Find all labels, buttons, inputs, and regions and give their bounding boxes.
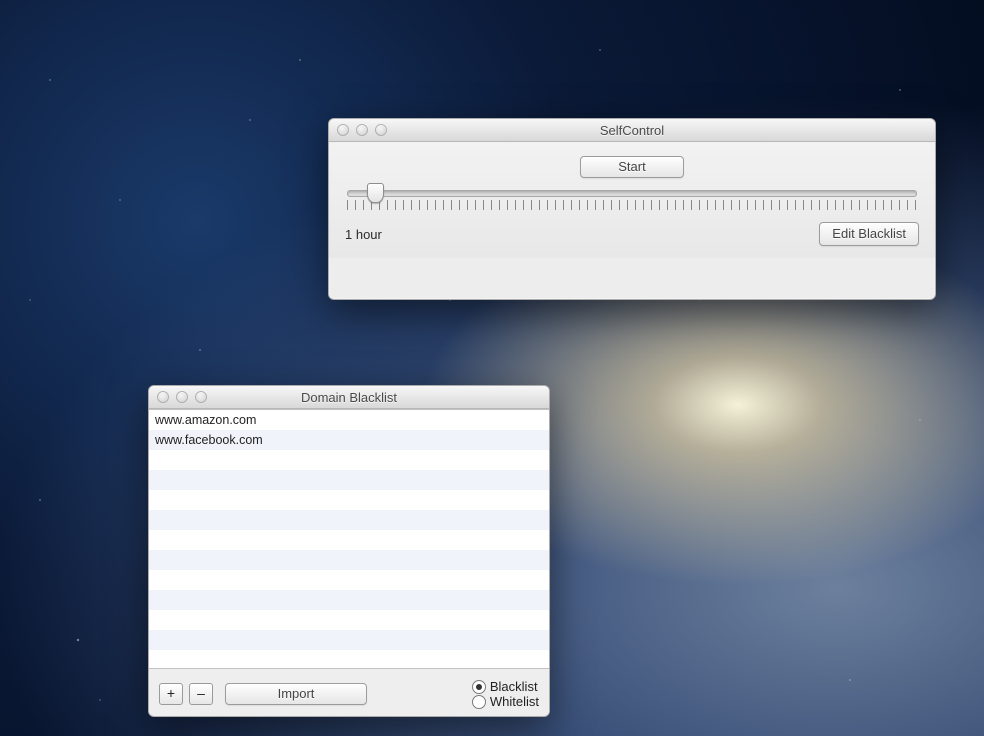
mode-blacklist-label: Blacklist [490,679,538,694]
mode-whitelist-label: Whitelist [490,694,539,709]
zoom-icon[interactable] [375,124,387,136]
blacklist-titlebar[interactable]: Domain Blacklist [149,386,549,409]
radio-icon [472,680,486,694]
slider-ticks [347,200,917,210]
remove-domain-button[interactable]: – [189,683,213,705]
domain-row[interactable] [149,470,549,490]
domain-row[interactable] [149,450,549,470]
domain-row[interactable] [149,590,549,610]
close-icon[interactable] [157,391,169,403]
domain-row[interactable] [149,610,549,630]
selfcontrol-title: SelfControl [337,123,927,138]
domain-row[interactable] [149,510,549,530]
duration-label: 1 hour [345,227,382,242]
domain-row[interactable] [149,490,549,510]
mode-blacklist-option[interactable]: Blacklist [472,679,539,694]
domain-row[interactable]: www.facebook.com [149,430,549,450]
import-button[interactable]: Import [225,683,367,705]
minimize-icon[interactable] [356,124,368,136]
blacklist-window: Domain Blacklist www.amazon.comwww.faceb… [148,385,550,717]
domain-row[interactable] [149,530,549,550]
domain-list[interactable]: www.amazon.comwww.facebook.com [149,409,549,669]
selfcontrol-window: SelfControl Start 1 hour Edit Blacklist [328,118,936,300]
slider-track [347,190,917,197]
close-icon[interactable] [337,124,349,136]
start-button[interactable]: Start [580,156,684,178]
radio-icon [472,695,486,709]
window-controls [337,119,387,141]
edit-blacklist-button[interactable]: Edit Blacklist [819,222,919,246]
slider-knob[interactable] [367,183,384,203]
domain-row[interactable] [149,570,549,590]
domain-row[interactable] [149,630,549,650]
add-domain-button[interactable]: + [159,683,183,705]
duration-slider[interactable] [345,186,919,216]
blacklist-title: Domain Blacklist [157,390,541,405]
zoom-icon[interactable] [195,391,207,403]
domain-row[interactable]: www.amazon.com [149,410,549,430]
domain-row[interactable] [149,550,549,570]
selfcontrol-titlebar[interactable]: SelfControl [329,119,935,142]
minimize-icon[interactable] [176,391,188,403]
mode-whitelist-option[interactable]: Whitelist [472,694,539,709]
window-controls [157,386,207,408]
domain-row[interactable] [149,650,549,669]
